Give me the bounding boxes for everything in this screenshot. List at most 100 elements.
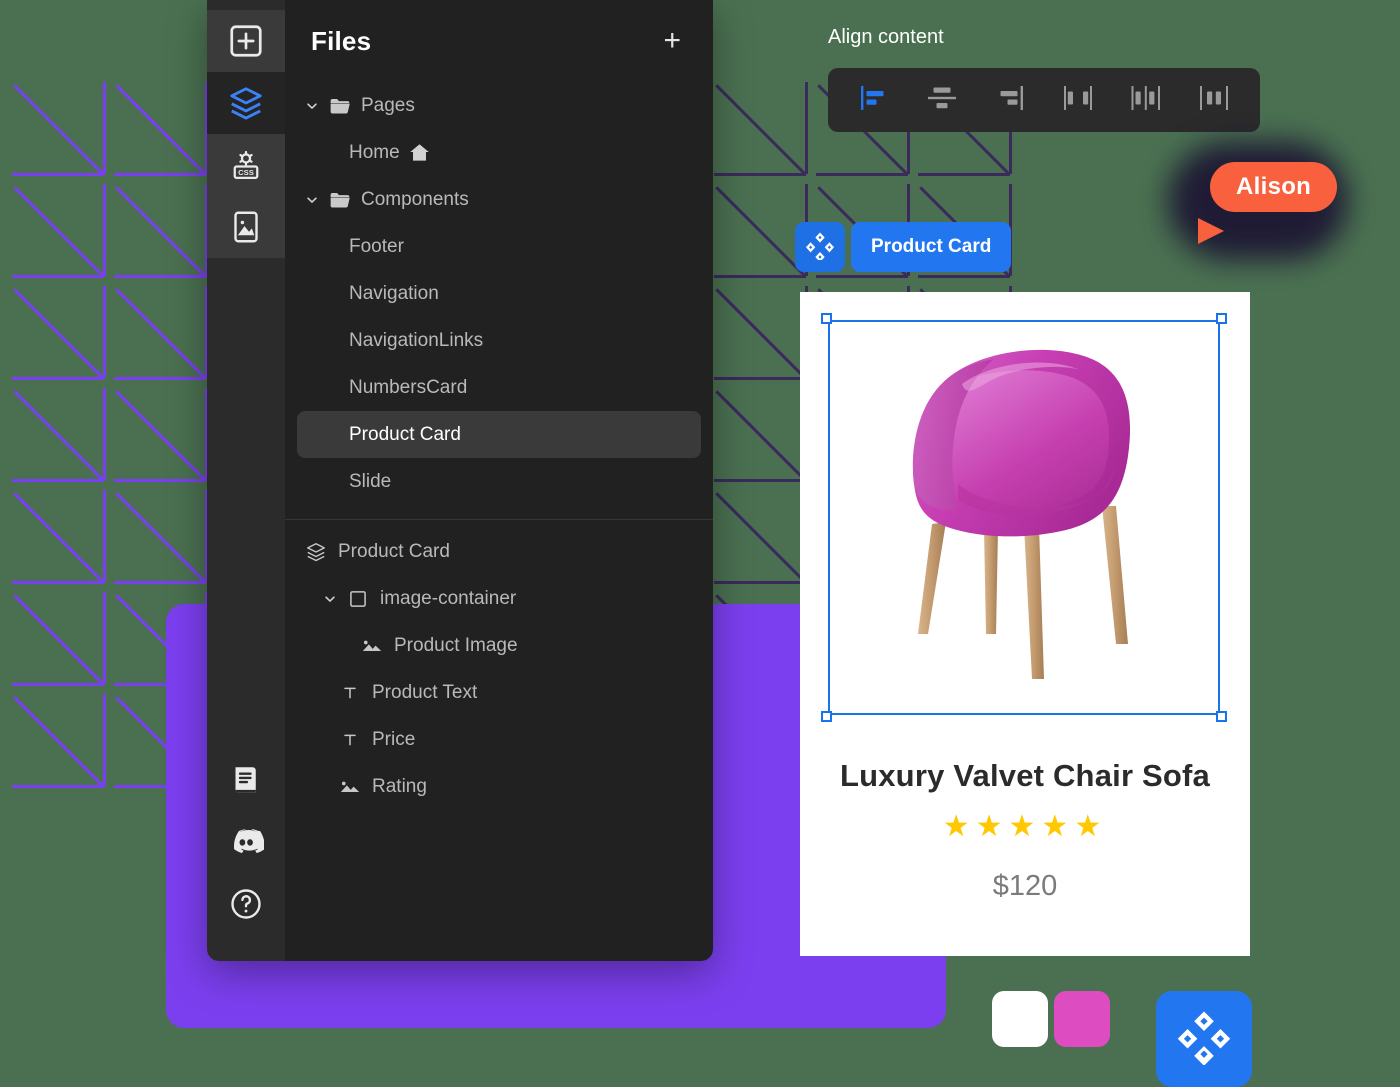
layer-tree-item-label: Product Text (372, 681, 478, 703)
chevron-down-icon[interactable] (301, 95, 323, 117)
file-tree-item[interactable]: NavigationLinks (297, 317, 701, 364)
rail-item-docs[interactable] (207, 749, 285, 811)
layer-tree-item[interactable]: Product Card (297, 528, 701, 575)
discord-icon (228, 827, 264, 857)
layer-tree-item-label: Price (372, 728, 416, 750)
rail-item-layers[interactable] (207, 72, 285, 134)
layer-tree-item[interactable]: Rating (297, 763, 701, 810)
pattern-cell (712, 386, 808, 482)
align-content-label: Align content (828, 26, 944, 48)
align-left-button[interactable] (851, 80, 897, 120)
file-tree-item[interactable]: NumbersCard (297, 364, 701, 411)
folder-icon (327, 189, 353, 211)
pattern-cell (10, 692, 106, 788)
layers-icon (303, 541, 329, 563)
file-tree-item-label: Navigation (349, 282, 439, 304)
pattern-cell (10, 488, 106, 584)
distribute-space-evenly-button[interactable] (1191, 80, 1237, 120)
swatch-white[interactable] (992, 991, 1048, 1047)
svg-text:CSS: CSS (238, 168, 254, 177)
chevron-down-icon[interactable] (301, 189, 323, 211)
pattern-cell (112, 386, 208, 482)
align-center-icon (925, 83, 959, 118)
file-tree-item[interactable]: Slide (297, 458, 701, 505)
product-image (912, 349, 1131, 679)
pattern-cell (712, 284, 808, 380)
folder-icon (327, 95, 353, 117)
picture-icon (359, 635, 385, 657)
file-tree-item[interactable]: Components (297, 176, 701, 223)
file-tree-item[interactable]: Footer (297, 223, 701, 270)
css-icon: CSS (228, 147, 264, 183)
file-tree-item-label: Pages (361, 94, 415, 116)
align-right-button[interactable] (987, 80, 1033, 120)
text-icon (337, 682, 363, 704)
space-between-icon (1061, 83, 1095, 118)
image-container[interactable] (821, 313, 1227, 722)
layer-tree-item[interactable]: Price (297, 716, 701, 763)
align-left-icon (857, 83, 891, 118)
file-tree-item[interactable]: Home (297, 129, 701, 176)
layers-tree: Product Card image-container Product Image… (285, 528, 713, 810)
pattern-cell (112, 284, 208, 380)
pattern-cell (112, 182, 208, 278)
swatch-pink[interactable] (1054, 991, 1110, 1047)
layer-tree-item[interactable]: Product Image (297, 622, 701, 669)
rail-item-css[interactable]: CSS (207, 134, 285, 196)
file-tree-item-label: Product Card (349, 423, 461, 445)
rail-item-community[interactable] (207, 811, 285, 873)
file-tree-item-label: Components (361, 188, 469, 210)
rail-item-help[interactable] (207, 873, 285, 935)
layer-tree-item-label: Product Card (338, 540, 450, 562)
add-file-button[interactable]: + (657, 24, 687, 58)
files-panel: Files + Pages Home Components Footer Navigat… (285, 0, 713, 961)
resize-handle-bottom-left[interactable] (821, 711, 832, 722)
picture-icon (337, 776, 363, 798)
pattern-cell (10, 284, 106, 380)
chevron-down-icon[interactable] (319, 588, 341, 610)
square-icon (345, 588, 371, 610)
file-tree-item[interactable]: Product Card (297, 411, 701, 458)
pattern-cell (10, 182, 106, 278)
file-tree-item[interactable]: Navigation (297, 270, 701, 317)
help-circle-icon (228, 886, 264, 922)
product-card: Luxury Valvet Chair Sofa ★★★★★ $120 (800, 292, 1250, 956)
align-right-icon (993, 83, 1027, 118)
layer-tree-item-label: image-container (380, 587, 517, 609)
file-tree-item-label: NavigationLinks (349, 329, 484, 351)
pattern-cell (712, 80, 808, 176)
align-center-vertical-button[interactable] (919, 80, 965, 120)
layers-icon (227, 84, 265, 122)
distribute-space-around-button[interactable] (1123, 80, 1169, 120)
layer-tree-item[interactable]: Product Text (297, 669, 701, 716)
brand-tile-button[interactable] (1156, 991, 1252, 1087)
rail-item-assets[interactable] (207, 196, 285, 258)
collaborator-name-badge: Alison (1210, 162, 1338, 212)
layer-tree-item-label: Rating (372, 775, 427, 797)
resize-handle-top-right[interactable] (1216, 313, 1227, 324)
panel-divider (285, 519, 713, 520)
space-evenly-icon (1197, 83, 1231, 118)
component-chip-icon-button[interactable] (795, 222, 845, 272)
rail-item-add-element[interactable] (207, 10, 285, 72)
cursor-arrow-icon (1198, 218, 1224, 244)
layer-tree-item[interactable]: image-container (297, 575, 701, 622)
resize-handle-top-left[interactable] (821, 313, 832, 324)
distribute-space-between-button[interactable] (1055, 80, 1101, 120)
pattern-cell (10, 386, 106, 482)
pattern-cell (10, 80, 106, 176)
file-tree: Pages Home Components Footer Navigation Navig… (285, 82, 713, 505)
text-icon (337, 729, 363, 751)
file-tree-item-label: Footer (349, 235, 404, 257)
page-title: Files (311, 25, 372, 56)
image-icon (228, 209, 264, 245)
resize-handle-bottom-right[interactable] (1216, 711, 1227, 722)
add-plus-box-icon (227, 22, 265, 60)
panel-header: Files + (285, 0, 713, 82)
product-price: $120 (992, 870, 1058, 902)
pattern-cell (712, 182, 808, 278)
canvas-stage: CSS Files + Pages Home Components Footer… (0, 0, 1400, 1087)
pattern-cell (10, 590, 106, 686)
file-tree-item[interactable]: Pages (297, 82, 701, 129)
component-chip-label[interactable]: Product Card (851, 222, 1012, 272)
